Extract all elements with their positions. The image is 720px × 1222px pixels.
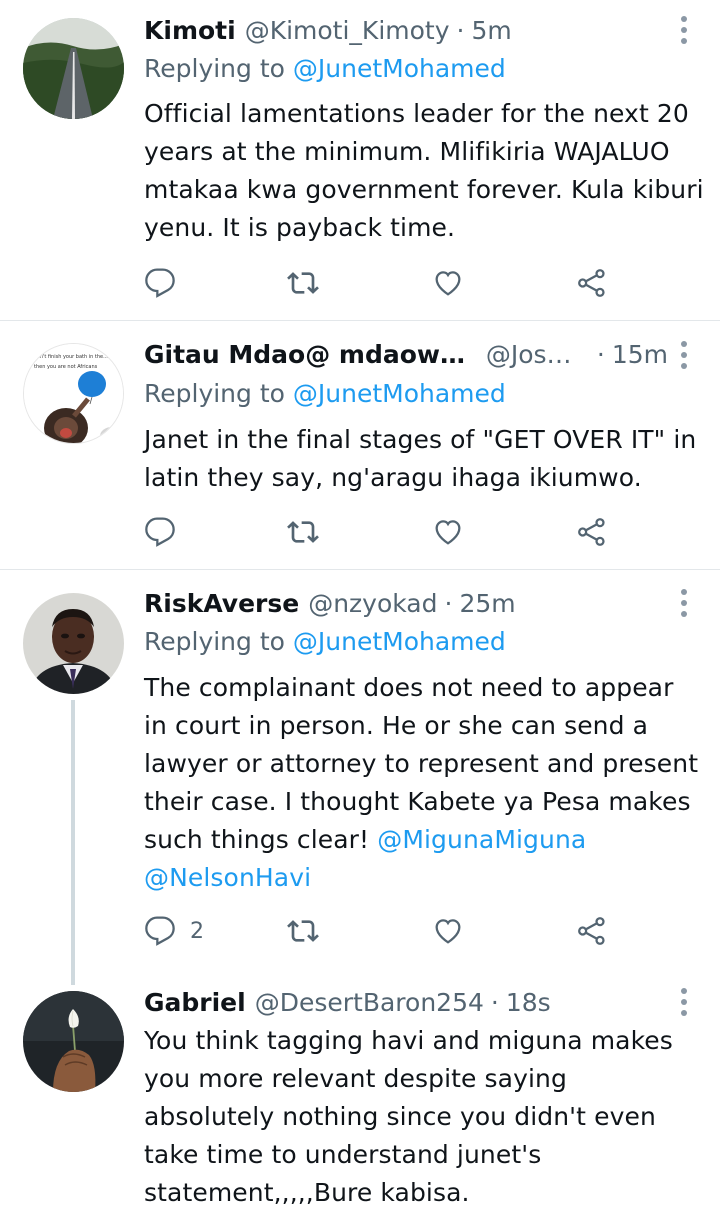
like-icon <box>435 520 461 545</box>
action-bar <box>144 514 624 550</box>
author-name[interactable]: Kimoti <box>144 16 236 45</box>
separator-dot: · <box>596 339 605 369</box>
author-name[interactable]: RiskAverse <box>144 589 299 618</box>
like-icon <box>435 271 461 296</box>
replying-prefix: Replying to <box>144 627 293 656</box>
separator-dot: · <box>456 15 465 45</box>
avatar[interactable]: can't finish your bath in the... then yo… <box>23 343 124 444</box>
replying-to: Replying to @JunetMohamed <box>144 627 506 656</box>
tweet-gitau[interactable]: can't finish your bath in the... then yo… <box>0 321 720 569</box>
share-button[interactable] <box>576 265 608 301</box>
author-name[interactable]: Gitau Mdao@ mdaowetu <box>144 340 477 369</box>
thread-connector <box>71 700 75 985</box>
like-icon <box>435 919 461 944</box>
reply-icon <box>145 916 175 946</box>
like-button[interactable] <box>432 514 464 550</box>
author-handle[interactable]: @nzyokad <box>308 589 437 618</box>
replying-to: Replying to @JunetMohamed <box>144 379 506 408</box>
tweet-gabriel[interactable]: Gabriel @DesertBaron254 · 18s You think … <box>0 980 720 1222</box>
timestamp[interactable]: 25m <box>459 589 515 618</box>
tweet-text: Janet in the final stages of "GET OVER I… <box>144 425 697 492</box>
separator-dot: · <box>490 987 499 1017</box>
action-bar <box>144 265 624 301</box>
replying-prefix: Replying to <box>144 54 293 83</box>
avatar[interactable] <box>23 991 124 1092</box>
retweet-icon <box>287 272 319 294</box>
author-handle[interactable]: @Kimoti_Kimoty <box>245 16 450 45</box>
share-icon <box>578 269 605 297</box>
tweet-text: You think tagging havi and miguna makes … <box>144 1026 673 1207</box>
separator-dot: · <box>444 588 453 618</box>
more-icon[interactable] <box>680 341 688 369</box>
replying-to: Replying to @JunetMohamed <box>144 54 506 83</box>
svg-text:then you are not Africans: then you are not Africans <box>34 364 98 370</box>
author-handle[interactable]: @DesertBaron254 <box>255 988 484 1017</box>
retweet-icon <box>287 521 319 543</box>
mention-link[interactable]: @MigunaMiguna <box>377 825 586 854</box>
share-icon <box>578 917 605 945</box>
reply-icon <box>145 268 175 298</box>
action-bar: 2 <box>144 913 624 949</box>
avatar[interactable] <box>23 18 124 119</box>
reply-button[interactable] <box>144 514 190 550</box>
more-icon[interactable] <box>680 988 688 1016</box>
timestamp[interactable]: 15m <box>612 340 668 369</box>
tweet-text: The complainant does not need to appear … <box>144 669 704 897</box>
author-name[interactable]: Gabriel <box>144 988 246 1017</box>
share-icon <box>578 518 605 546</box>
more-icon[interactable] <box>680 16 688 44</box>
retweet-button[interactable] <box>287 514 319 550</box>
share-button[interactable] <box>576 913 608 949</box>
retweet-icon <box>287 920 319 942</box>
timestamp[interactable]: 18s <box>506 988 551 1017</box>
replying-mention-link[interactable]: @JunetMohamed <box>293 379 506 408</box>
tweet-riskaverse[interactable]: RiskAverse @nzyokad · 25m Replying to @J… <box>0 570 720 985</box>
author-handle[interactable]: @Jose... <box>486 340 583 369</box>
mention-link[interactable]: @NelsonHavi <box>144 863 311 892</box>
retweet-button[interactable] <box>287 265 319 301</box>
reply-button[interactable]: 2 <box>144 913 204 949</box>
reply-count: 2 <box>190 918 204 944</box>
retweet-button[interactable] <box>287 913 319 949</box>
meme-caption: can't finish your bath in the... <box>34 354 108 360</box>
tweet-kimoti[interactable]: Kimoti @Kimoti_Kimoty · 5m Replying to @… <box>0 0 720 320</box>
timestamp[interactable]: 5m <box>471 16 511 45</box>
tweet-text: Official lamentations leader for the nex… <box>144 99 704 242</box>
replying-mention-link[interactable]: @JunetMohamed <box>293 54 506 83</box>
reply-icon <box>145 517 175 547</box>
like-button[interactable] <box>432 265 464 301</box>
like-button[interactable] <box>432 913 464 949</box>
avatar[interactable] <box>23 593 124 694</box>
more-icon[interactable] <box>680 589 688 617</box>
reply-button[interactable] <box>144 265 190 301</box>
replying-mention-link[interactable]: @JunetMohamed <box>293 627 506 656</box>
replying-prefix: Replying to <box>144 379 293 408</box>
share-button[interactable] <box>576 514 608 550</box>
